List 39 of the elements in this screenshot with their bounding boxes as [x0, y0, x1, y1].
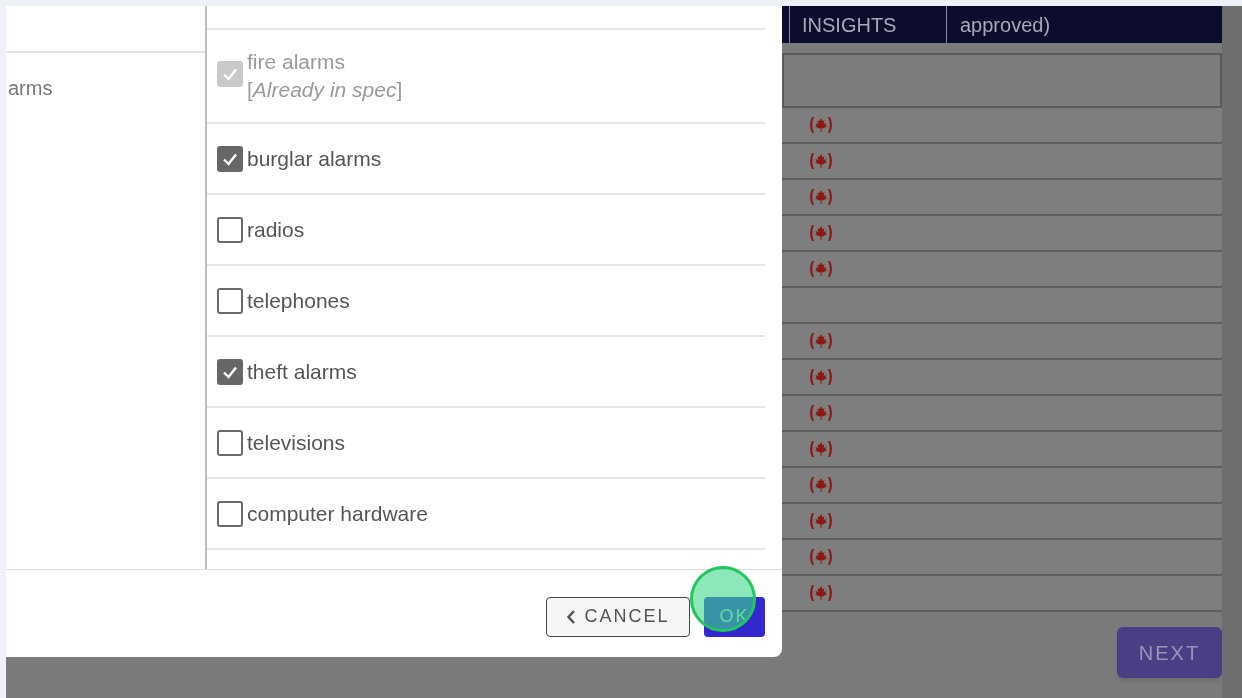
- checkbox[interactable]: [217, 145, 243, 172]
- checkbox[interactable]: [217, 429, 243, 456]
- option-row[interactable]: radios: [207, 195, 765, 266]
- cancel-button[interactable]: CANCEL: [546, 596, 690, 637]
- maple-leaf-icon: [807, 547, 835, 567]
- option-label: televisions: [247, 429, 346, 456]
- option-label: radios: [247, 216, 305, 243]
- maple-leaf-icon: [807, 367, 835, 387]
- option-label: telephones: [247, 287, 350, 314]
- scrollbar[interactable]: [1222, 6, 1242, 698]
- option-row[interactable]: televisions: [207, 408, 765, 479]
- option-row[interactable]: telephones: [207, 266, 765, 337]
- checkbox[interactable]: [217, 216, 243, 243]
- maple-leaf-icon: [807, 151, 835, 171]
- column-header: approved): [946, 6, 1051, 43]
- maple-leaf-icon: [807, 331, 835, 351]
- chevron-left-icon: [566, 608, 577, 625]
- checkbox[interactable]: [217, 358, 243, 385]
- option-label: theft alarms: [247, 358, 357, 385]
- checkbox[interactable]: [217, 287, 243, 314]
- maple-leaf-icon: [807, 259, 835, 279]
- option-row[interactable]: computer hardware: [207, 479, 765, 550]
- maple-leaf-icon: [807, 511, 835, 531]
- maple-leaf-icon: [807, 439, 835, 459]
- option-label: computer hardware: [247, 500, 428, 527]
- maple-leaf-icon: [807, 115, 835, 135]
- option-note: [Already in spec]: [247, 77, 403, 103]
- checkbox[interactable]: [217, 500, 243, 527]
- option-row[interactable]: burglar alarms: [207, 124, 765, 195]
- option-label: burglar alarms: [247, 145, 382, 172]
- column-header: INSIGHTS: [789, 6, 946, 43]
- maple-leaf-icon: [807, 187, 835, 207]
- maple-leaf-icon: [807, 403, 835, 423]
- maple-leaf-icon: [807, 475, 835, 495]
- option-label: fire alarms: [247, 49, 347, 75]
- category-label: arms: [7, 76, 54, 101]
- maple-leaf-icon: [807, 583, 835, 603]
- option-row[interactable]: theft alarms: [207, 337, 765, 408]
- maple-leaf-icon: [807, 223, 835, 243]
